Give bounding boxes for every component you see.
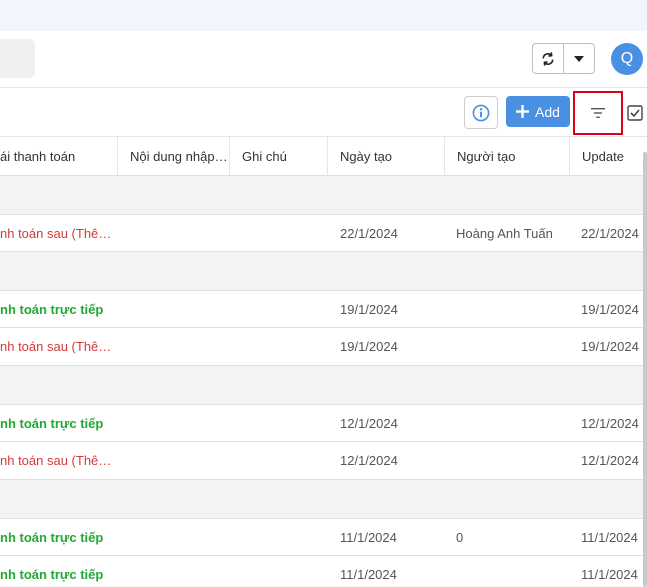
caret-down-icon bbox=[574, 55, 585, 62]
payment-status-cell: nh toán sau (Thê… bbox=[0, 453, 112, 468]
payment-status-cell: nh toán trực tiếp bbox=[0, 566, 104, 582]
created-by-cell bbox=[456, 556, 568, 587]
column-header-import-content[interactable]: Nội dung nhập… bbox=[130, 137, 226, 176]
table-header: ái thanh toán Nội dung nhập… Ghi chú Ngà… bbox=[0, 137, 643, 176]
payment-status-cell: nh toán sau (Thê… bbox=[0, 339, 112, 354]
column-divider[interactable] bbox=[117, 137, 118, 176]
group-row[interactable] bbox=[0, 480, 643, 519]
update-cell: 11/1/2024 bbox=[581, 566, 638, 582]
user-avatar[interactable]: Q bbox=[611, 43, 643, 75]
refresh-split-button bbox=[532, 43, 595, 74]
column-header-created-date[interactable]: Ngày tạo bbox=[340, 137, 440, 176]
table-toolbar: Add bbox=[0, 88, 647, 137]
created-date-cell: 11/1/2024 bbox=[340, 566, 397, 582]
table-scrollbar[interactable] bbox=[643, 152, 647, 587]
column-header-payment-status[interactable]: ái thanh toán bbox=[0, 137, 115, 176]
column-header-created-by[interactable]: Người tạo bbox=[457, 137, 567, 176]
table-row[interactable]: nh toán trực tiếp 12/1/2024 12/1/2024 bbox=[0, 405, 643, 442]
column-divider[interactable] bbox=[229, 137, 230, 176]
filter-button[interactable] bbox=[573, 91, 623, 135]
info-button[interactable] bbox=[464, 96, 498, 129]
group-row[interactable] bbox=[0, 176, 643, 215]
group-row[interactable] bbox=[0, 252, 643, 291]
column-divider[interactable] bbox=[327, 137, 328, 176]
created-date-cell: 19/1/2024 bbox=[340, 339, 398, 354]
header-bar: Q bbox=[0, 31, 647, 88]
table-row[interactable]: nh toán sau (Thê… 12/1/2024 12/1/2024 bbox=[0, 442, 643, 480]
table-row[interactable]: nh toán trực tiếp 11/1/2024 0 11/1/2024 bbox=[0, 519, 643, 556]
column-header-update[interactable]: Update bbox=[582, 137, 643, 176]
search-input[interactable] bbox=[0, 39, 35, 78]
column-header-note[interactable]: Ghi chú bbox=[242, 137, 322, 176]
created-date-cell: 22/1/2024 bbox=[340, 225, 398, 241]
top-band bbox=[0, 0, 647, 31]
update-cell: 12/1/2024 bbox=[581, 453, 639, 468]
update-cell: 19/1/2024 bbox=[581, 301, 639, 317]
update-cell: 11/1/2024 bbox=[581, 529, 638, 545]
created-date-cell: 19/1/2024 bbox=[340, 301, 398, 317]
created-by-cell: 0 bbox=[456, 529, 464, 545]
table-row[interactable]: nh toán trực tiếp 19/1/2024 19/1/2024 bbox=[0, 291, 643, 328]
add-button[interactable]: Add bbox=[506, 96, 570, 127]
sync-icon bbox=[542, 51, 554, 66]
payment-status-cell: nh toán sau (Thê… bbox=[0, 225, 112, 241]
payment-status-cell: nh toán trực tiếp bbox=[0, 301, 104, 317]
update-cell: 19/1/2024 bbox=[581, 339, 639, 354]
table-row[interactable]: nh toán trực tiếp 11/1/2024 11/1/2024 bbox=[0, 556, 643, 587]
checkbox-icon bbox=[627, 105, 643, 121]
table-row[interactable]: nh toán sau (Thê… 19/1/2024 19/1/2024 bbox=[0, 328, 643, 366]
data-table: ái thanh toán Nội dung nhập… Ghi chú Ngà… bbox=[0, 137, 643, 587]
created-date-cell: 12/1/2024 bbox=[340, 415, 398, 431]
select-mode-button[interactable] bbox=[626, 104, 644, 122]
created-by-cell bbox=[456, 328, 568, 365]
column-divider[interactable] bbox=[569, 137, 570, 176]
add-button-label: Add bbox=[535, 103, 560, 120]
created-by-cell bbox=[456, 442, 568, 479]
group-row[interactable] bbox=[0, 366, 643, 405]
created-date-cell: 12/1/2024 bbox=[340, 453, 398, 468]
created-by-cell bbox=[456, 291, 568, 327]
info-icon bbox=[472, 104, 490, 121]
created-date-cell: 11/1/2024 bbox=[340, 529, 397, 545]
update-cell: 22/1/2024 bbox=[581, 225, 639, 241]
created-by-cell: Hoàng Anh Tuấn bbox=[456, 225, 553, 241]
filter-icon bbox=[591, 108, 605, 118]
payment-status-cell: nh toán trực tiếp bbox=[0, 529, 104, 545]
created-by-cell bbox=[456, 405, 568, 441]
update-cell: 12/1/2024 bbox=[581, 415, 639, 431]
table-row[interactable]: nh toán sau (Thê… 22/1/2024 Hoàng Anh Tu… bbox=[0, 215, 643, 252]
payment-status-cell: nh toán trực tiếp bbox=[0, 415, 104, 431]
refresh-button[interactable] bbox=[533, 44, 563, 73]
column-divider[interactable] bbox=[444, 137, 445, 176]
refresh-options-button[interactable] bbox=[563, 44, 594, 73]
plus-icon bbox=[516, 105, 530, 118]
